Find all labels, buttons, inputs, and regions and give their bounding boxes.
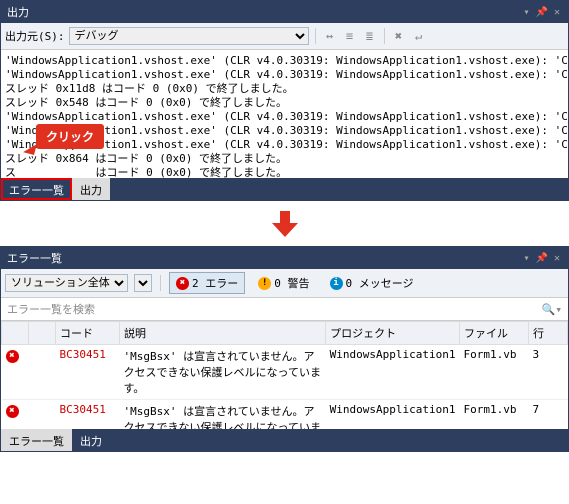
output-title: 出力 bbox=[7, 4, 29, 20]
errors-count: 2 エラー bbox=[192, 275, 238, 291]
separator bbox=[315, 28, 316, 44]
col-line[interactable]: 行 bbox=[529, 322, 568, 345]
tab-output[interactable]: 出力 bbox=[72, 178, 110, 200]
warning-icon: ! bbox=[258, 277, 271, 290]
messages-badge[interactable]: i0 メッセージ bbox=[323, 272, 421, 294]
filter-select[interactable] bbox=[134, 274, 152, 292]
cell-project: WindowsApplication1 bbox=[326, 345, 460, 400]
col-project[interactable]: プロジェクト bbox=[326, 322, 460, 345]
cell-file: Form1.vb bbox=[460, 345, 529, 400]
cell-file: Form1.vb bbox=[460, 400, 529, 430]
scope-select[interactable]: ソリューション全体 bbox=[5, 274, 128, 292]
cell-project: WindowsApplication1 bbox=[326, 400, 460, 430]
cell-line: 3 bbox=[529, 345, 568, 400]
error-icon: ✖ bbox=[6, 405, 19, 418]
error-title: エラー一覧 bbox=[7, 250, 62, 266]
output-tabs: エラー一覧 出力 bbox=[1, 178, 568, 200]
search-icon[interactable]: 🔍▾ bbox=[542, 303, 562, 316]
cell-desc: 'MsgBsx' は宣言されていません。アクセスできない保護レベルになっています… bbox=[120, 345, 326, 400]
tab-output[interactable]: 出力 bbox=[72, 429, 110, 451]
error-titlebar: エラー一覧 ▾ 📌 ✕ bbox=[1, 247, 568, 269]
output-panel: 出力 ▾ 📌 ✕ 出力元(S): デバッグ ↔ ≡ ≣ ✖ ↵ 'Windows… bbox=[0, 0, 569, 201]
lines-icon[interactable]: ≡ bbox=[342, 28, 358, 44]
find-icon[interactable]: ↔ bbox=[322, 28, 338, 44]
info-icon: i bbox=[330, 277, 343, 290]
col-file[interactable]: ファイル bbox=[460, 322, 529, 345]
col-blank[interactable] bbox=[29, 322, 56, 345]
source-label: 出力元(S): bbox=[5, 28, 65, 44]
col-code[interactable]: コード bbox=[56, 322, 120, 345]
error-icon: ✖ bbox=[6, 350, 19, 363]
output-titlebar: 出力 ▾ 📌 ✕ bbox=[1, 1, 568, 23]
clear-icon[interactable]: ✖ bbox=[391, 28, 407, 44]
wrap-icon[interactable]: ↵ bbox=[411, 28, 427, 44]
output-toolbar: 出力元(S): デバッグ ↔ ≡ ≣ ✖ ↵ bbox=[1, 23, 568, 50]
warnings-count: 0 警告 bbox=[274, 275, 309, 291]
error-grid: コード 説明 プロジェクト ファイル 行 ✖ BC30451 'MsgBsx' … bbox=[1, 321, 568, 429]
indent-icon[interactable]: ≣ bbox=[362, 28, 378, 44]
messages-count: 0 メッセージ bbox=[346, 275, 414, 291]
cell-code: BC30451 bbox=[56, 345, 120, 400]
source-select[interactable]: デバッグ bbox=[69, 27, 309, 45]
cell-code: BC30451 bbox=[56, 400, 120, 430]
col-icon[interactable] bbox=[2, 322, 29, 345]
table-row[interactable]: ✖ BC30451 'MsgBsx' は宣言されていません。アクセスできない保護… bbox=[2, 400, 568, 430]
errors-badge[interactable]: ✖2 エラー bbox=[169, 272, 245, 294]
pin-icon[interactable]: 📌 bbox=[534, 7, 550, 18]
dropdown-icon[interactable]: ▾ bbox=[521, 253, 531, 264]
separator bbox=[160, 275, 161, 291]
search-row[interactable]: エラー一覧を検索 🔍▾ bbox=[1, 298, 568, 321]
click-callout: クリック bbox=[36, 124, 104, 149]
error-icon: ✖ bbox=[176, 277, 189, 290]
pin-icon[interactable]: 📌 bbox=[534, 253, 550, 264]
cell-line: 7 bbox=[529, 400, 568, 430]
console-output[interactable]: 'WindowsApplication1.vshost.exe' (CLR v4… bbox=[1, 50, 568, 178]
close-icon[interactable]: ✕ bbox=[552, 7, 562, 18]
warnings-badge[interactable]: !0 警告 bbox=[251, 272, 316, 294]
error-grid-container: コード 説明 プロジェクト ファイル 行 ✖ BC30451 'MsgBsx' … bbox=[1, 321, 568, 429]
table-row[interactable]: ✖ BC30451 'MsgBsx' は宣言されていません。アクセスできない保護… bbox=[2, 345, 568, 400]
error-tabs: エラー一覧 出力 bbox=[1, 429, 568, 451]
search-placeholder: エラー一覧を検索 bbox=[7, 301, 95, 317]
col-desc[interactable]: 説明 bbox=[120, 322, 326, 345]
close-icon[interactable]: ✕ bbox=[552, 253, 562, 264]
error-toolbar: ソリューション全体 ✖2 エラー !0 警告 i0 メッセージ bbox=[1, 269, 568, 298]
dropdown-icon[interactable]: ▾ bbox=[521, 7, 531, 18]
arrow-down-icon bbox=[0, 201, 569, 246]
tab-error-list[interactable]: エラー一覧 bbox=[1, 178, 72, 200]
separator bbox=[384, 28, 385, 44]
tab-error-list[interactable]: エラー一覧 bbox=[1, 429, 72, 451]
error-list-panel: エラー一覧 ▾ 📌 ✕ ソリューション全体 ✖2 エラー !0 警告 i0 メッ… bbox=[0, 246, 569, 452]
cell-desc: 'MsgBsx' は宣言されていません。アクセスできない保護レベルになっています… bbox=[120, 400, 326, 430]
